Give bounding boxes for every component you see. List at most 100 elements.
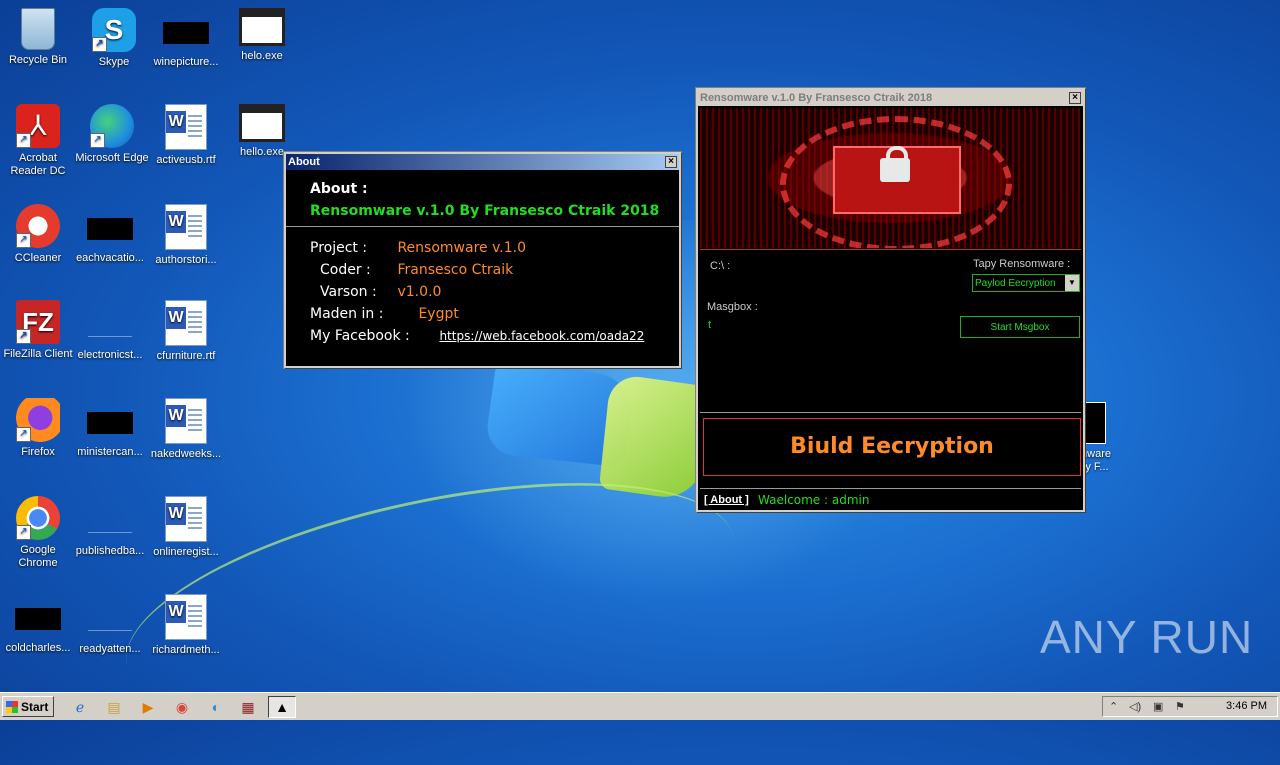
msgbox-input[interactable]: t xyxy=(708,319,711,331)
about-heading: About : xyxy=(310,181,368,197)
path-label: C:\ : xyxy=(710,260,731,272)
winrar-icon[interactable]: ▦ xyxy=(238,697,258,717)
windows-logo-icon xyxy=(6,701,18,713)
desktop-icon-coldcharles[interactable]: coldcharles... xyxy=(0,594,76,655)
file-explorer-icon[interactable]: ▤ xyxy=(104,697,124,717)
section-divider xyxy=(700,412,1081,413)
facebook-link[interactable]: https://web.facebook.com/oada22 xyxy=(439,329,644,343)
internet-explorer-icon[interactable]: ℯ xyxy=(70,697,90,717)
file-thumbnail-icon xyxy=(87,412,133,434)
start-msgbox-button[interactable]: Start Msgbox xyxy=(960,316,1080,338)
about-product-line: Rensomware v.1.0 By Fransesco Ctraik 201… xyxy=(310,203,660,219)
about-titlebar[interactable]: About × xyxy=(286,154,679,170)
action-center-flag-icon[interactable]: ⚑ xyxy=(1175,700,1185,713)
file-thumbnail-icon xyxy=(15,608,61,630)
desktop-icon-publishedba[interactable]: publishedba... xyxy=(72,496,148,558)
desktop-icon-hello-exe[interactable]: hello.exe xyxy=(224,104,300,159)
desktop-icon-recycle-bin[interactable]: Recycle Bin xyxy=(0,8,76,67)
wallpaper-logo-blue xyxy=(483,362,637,468)
ransomware-type-select[interactable]: Paylod Eecryption ▼ xyxy=(972,274,1080,292)
desktop-icon-helo-exe[interactable]: helo.exe xyxy=(224,8,300,63)
start-button[interactable]: Start xyxy=(2,696,54,717)
media-player-icon[interactable]: ▶ xyxy=(138,697,158,717)
desktop-icon-filezilla[interactable]: FZ ↗ FileZilla Client xyxy=(0,300,76,361)
word-document-icon: W xyxy=(165,496,207,542)
system-tray: ⌃ ◁) ▣ ⚑ 3:46 PM xyxy=(1102,696,1278,717)
about-row-facebook: My Facebook : https://web.facebook.com/o… xyxy=(310,328,645,344)
desktop-icon-nakedweeks[interactable]: W nakedweeks... xyxy=(148,398,224,461)
about-divider xyxy=(286,226,679,227)
status-divider xyxy=(700,488,1081,489)
about-link[interactable]: [ About ] xyxy=(704,494,749,506)
desktop-icon-skype[interactable]: S ↗ Skype xyxy=(76,8,152,69)
ransomware-type-value: Paylod Eecryption xyxy=(975,278,1056,289)
chevron-down-icon[interactable]: ▼ xyxy=(1065,275,1079,291)
desktop-icon-authorstori[interactable]: W authorstori... xyxy=(148,204,224,267)
close-icon[interactable]: × xyxy=(1069,92,1081,104)
ransomware-taskbar-button[interactable]: ▲ xyxy=(268,696,296,718)
desktop-icon-ccleaner[interactable]: ↗ CCleaner xyxy=(0,204,76,265)
chrome-icon: ↗ xyxy=(16,496,60,540)
close-icon[interactable]: × xyxy=(665,156,677,168)
desktop-icon-onlineregist[interactable]: W onlineregist... xyxy=(148,496,224,559)
welcome-status: Waelcome : admin xyxy=(758,493,870,507)
edge-taskbar-icon[interactable]: ◐ xyxy=(206,697,226,717)
desktop-icon-activeusb[interactable]: W activeusb.rtf xyxy=(148,104,224,167)
clock[interactable]: 3:46 PM xyxy=(1226,700,1267,712)
volume-icon[interactable]: ◁) xyxy=(1129,700,1141,713)
about-window: About × About : Rensomware v.1.0 By Fran… xyxy=(284,152,681,368)
anyrun-watermark: ANY RUN xyxy=(1040,611,1254,663)
desktop-icon-acrobat[interactable]: ⅄ ↗ Acrobat Reader DC xyxy=(0,104,76,178)
ransomware-banner-image xyxy=(700,108,1080,248)
about-row-made-in: Maden in : Eygpt xyxy=(310,306,459,322)
word-document-icon: W xyxy=(165,104,207,150)
desktop-icon-firefox[interactable]: ↗ Firefox xyxy=(0,398,76,459)
ransomware-window-title: Rensomware v.1.0 By Fransesco Ctraik 201… xyxy=(700,92,933,104)
type-label: Tapy Rensomware : xyxy=(973,258,1071,270)
desktop-icon-edge[interactable]: ↗ Microsoft Edge xyxy=(74,104,150,165)
application-icon xyxy=(1082,402,1106,444)
acrobat-icon: ⅄ ↗ xyxy=(16,104,60,148)
filezilla-icon: FZ ↗ xyxy=(16,300,60,344)
application-window-icon xyxy=(239,104,285,142)
ransomware-window: Rensomware v.1.0 By Fransesco Ctraik 201… xyxy=(696,88,1085,512)
taskbar: Start ℯ ▤ ▶ ◉ ◐ ▦ ▲ ⌃ ◁) ▣ ⚑ 3:46 PM xyxy=(0,692,1280,720)
about-row-project: Project : Rensomware v.1.0 xyxy=(310,240,526,256)
desktop-icon-winepicture[interactable]: winepicture... xyxy=(148,8,224,69)
ransomware-titlebar[interactable]: Rensomware v.1.0 By Fransesco Ctraik 201… xyxy=(698,90,1083,106)
desktop-icon-chrome[interactable]: ↗ Google Chrome xyxy=(0,496,76,570)
desktop-icon-cfurniture[interactable]: W cfurniture.rtf xyxy=(148,300,224,363)
file-thumbnail-icon xyxy=(88,510,132,533)
file-thumbnail-icon xyxy=(88,608,132,631)
lock-icon xyxy=(880,158,910,182)
about-row-version: Varson : v1.0.0 xyxy=(320,284,442,300)
desktop-icon-richardmeth[interactable]: W richardmeth... xyxy=(148,594,224,657)
desktop-icon-eachvacation[interactable]: eachvacatio... xyxy=(72,204,148,265)
build-encryption-button[interactable]: Biuld Eecryption xyxy=(703,418,1081,476)
firefox-icon: ↗ xyxy=(16,398,60,442)
about-row-coder: Coder : Fransesco Ctraik xyxy=(320,262,514,278)
word-document-icon: W xyxy=(165,594,207,640)
wallpaper-logo-green xyxy=(598,372,712,503)
banner-divider xyxy=(700,249,1081,250)
show-hidden-icons[interactable]: ⌃ xyxy=(1109,700,1118,713)
about-window-title: About xyxy=(288,156,320,168)
application-window-icon xyxy=(239,8,285,46)
desktop-icon-readyatten[interactable]: readyatten... xyxy=(72,594,148,656)
edge-icon: ↗ xyxy=(90,104,134,148)
msgbox-label: Masgbox : xyxy=(707,301,758,313)
desktop-icon-ransomware-exe[interactable]: mware By F... xyxy=(1078,402,1128,474)
skype-icon: S ↗ xyxy=(92,8,136,52)
desktop-icon-electronicst[interactable]: electronicst... xyxy=(72,300,148,362)
file-thumbnail-icon xyxy=(163,22,209,44)
desktop-icon-ministercan[interactable]: ministercan... xyxy=(72,398,148,459)
start-label: Start xyxy=(21,700,49,714)
network-icon[interactable]: ▣ xyxy=(1153,700,1163,713)
word-document-icon: W xyxy=(165,398,207,444)
word-document-icon: W xyxy=(165,204,207,250)
file-thumbnail-icon xyxy=(88,314,132,337)
word-document-icon: W xyxy=(165,300,207,346)
chrome-taskbar-icon[interactable]: ◉ xyxy=(172,697,192,717)
file-thumbnail-icon xyxy=(87,218,133,240)
recycle-bin-icon xyxy=(21,8,55,50)
